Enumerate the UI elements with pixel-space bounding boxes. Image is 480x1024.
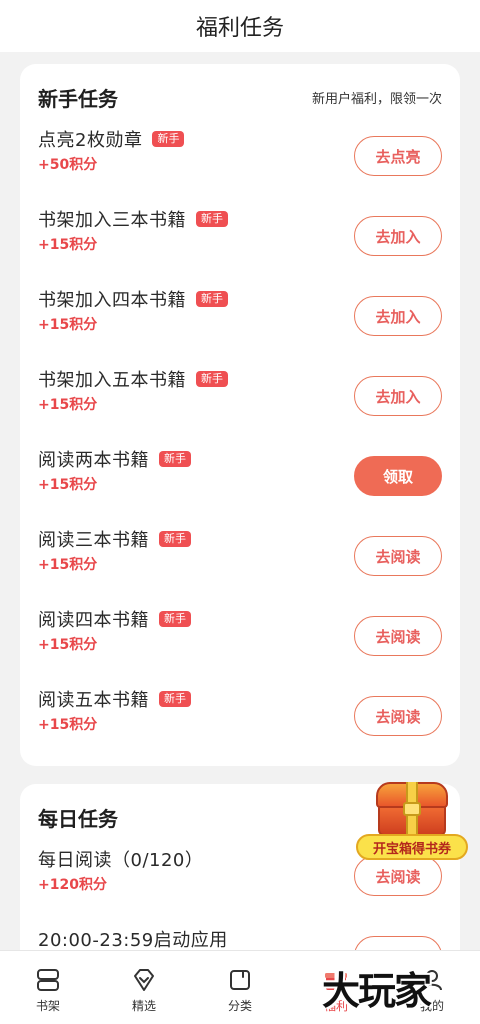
task-name: 书架加入三本书籍	[38, 210, 186, 231]
go-read-button[interactable]: 去阅读	[354, 696, 442, 736]
task-points: +50积分	[38, 157, 98, 173]
watermark-logo: 大玩家	[322, 969, 432, 1013]
task-name: 阅读五本书籍	[38, 690, 149, 711]
go-read-button[interactable]: 去阅读	[354, 536, 442, 576]
task-name: 阅读四本书籍	[38, 610, 149, 631]
task-row: 书架加入四本书籍 新手 +15积分 去加入	[38, 284, 442, 344]
newbie-tasks-note: 新用户福利，限领一次	[311, 91, 442, 107]
bookshelf-icon	[35, 967, 61, 993]
newbie-badge: 新手	[196, 211, 228, 227]
daily-tasks-title: 每日任务	[38, 806, 118, 831]
task-points: +15积分	[38, 637, 98, 653]
newbie-badge: 新手	[152, 131, 185, 147]
task-points: +120积分	[38, 877, 107, 893]
newbie-badge: 新手	[159, 531, 191, 547]
tab-featured[interactable]: 精选	[96, 951, 192, 1024]
treasure-chest-promo[interactable]: 开宝箱得书券	[356, 778, 468, 862]
task-points: +15积分	[38, 477, 98, 493]
go-read-button[interactable]: 去阅读	[354, 616, 442, 656]
task-name: 阅读三本书籍	[38, 530, 149, 551]
task-name: 书架加入四本书籍	[38, 290, 186, 311]
task-row: 阅读五本书籍 新手 +15积分 去阅读	[38, 684, 442, 744]
claim-button[interactable]: 领取	[354, 456, 442, 496]
task-name: 阅读两本书籍	[38, 450, 149, 471]
newbie-tasks-card: 新手任务 新用户福利，限领一次 点亮2枚勋章 新手 +50积分 去点亮 书架加入三…	[20, 64, 460, 766]
task-name: 每日阅读（0/120）	[38, 850, 204, 871]
task-row: 点亮2枚勋章 新手 +50积分 去点亮	[38, 124, 442, 184]
page-title: 福利任务	[195, 16, 284, 41]
task-name: 点亮2枚勋章	[38, 130, 143, 151]
task-row: 书架加入五本书籍 新手 +15积分 去加入	[38, 364, 442, 424]
tab-category[interactable]: 分类	[192, 951, 288, 1024]
top-bar: 福利任务	[0, 0, 480, 52]
task-row: 阅读三本书籍 新手 +15积分 去阅读	[38, 524, 442, 584]
add-to-shelf-button[interactable]: 去加入	[354, 376, 442, 416]
go-read-button[interactable]: 去阅读	[354, 856, 442, 896]
task-points: +15积分	[38, 317, 98, 333]
newbie-badge: 新手	[159, 451, 191, 467]
task-points: +15积分	[38, 557, 98, 573]
task-points: +15积分	[38, 237, 98, 253]
newbie-tasks-header: 新手任务 新用户福利，限领一次	[38, 80, 442, 114]
treasure-chest-icon	[376, 778, 448, 836]
task-row: 阅读两本书籍 新手 +15积分 领取	[38, 444, 442, 504]
task-points: +15积分	[38, 717, 98, 733]
newbie-badge: 新手	[196, 371, 228, 387]
newbie-badge: 新手	[196, 291, 228, 307]
tab-label: 分类	[227, 999, 252, 1013]
tab-label: 书架	[35, 999, 60, 1013]
add-to-shelf-button[interactable]: 去加入	[354, 296, 442, 336]
newbie-tasks-title: 新手任务	[38, 86, 118, 111]
newbie-badge: 新手	[159, 611, 191, 627]
task-name: 书架加入五本书籍	[38, 370, 186, 391]
diamond-icon	[131, 967, 157, 993]
category-icon	[227, 967, 253, 993]
tab-label: 精选	[131, 999, 156, 1013]
treasure-chest-label: 开宝箱得书券	[356, 834, 468, 860]
newbie-badge: 新手	[159, 691, 191, 707]
task-row: 阅读四本书籍 新手 +15积分 去阅读	[38, 604, 442, 664]
task-points: +15积分	[38, 397, 98, 413]
task-name: 20:00-23:59启动应用	[38, 930, 228, 951]
task-row: 书架加入三本书籍 新手 +15积分 去加入	[38, 204, 442, 264]
tab-bookshelf[interactable]: 书架	[0, 951, 96, 1024]
light-up-button[interactable]: 去点亮	[354, 136, 442, 176]
add-to-shelf-button[interactable]: 去加入	[354, 216, 442, 256]
